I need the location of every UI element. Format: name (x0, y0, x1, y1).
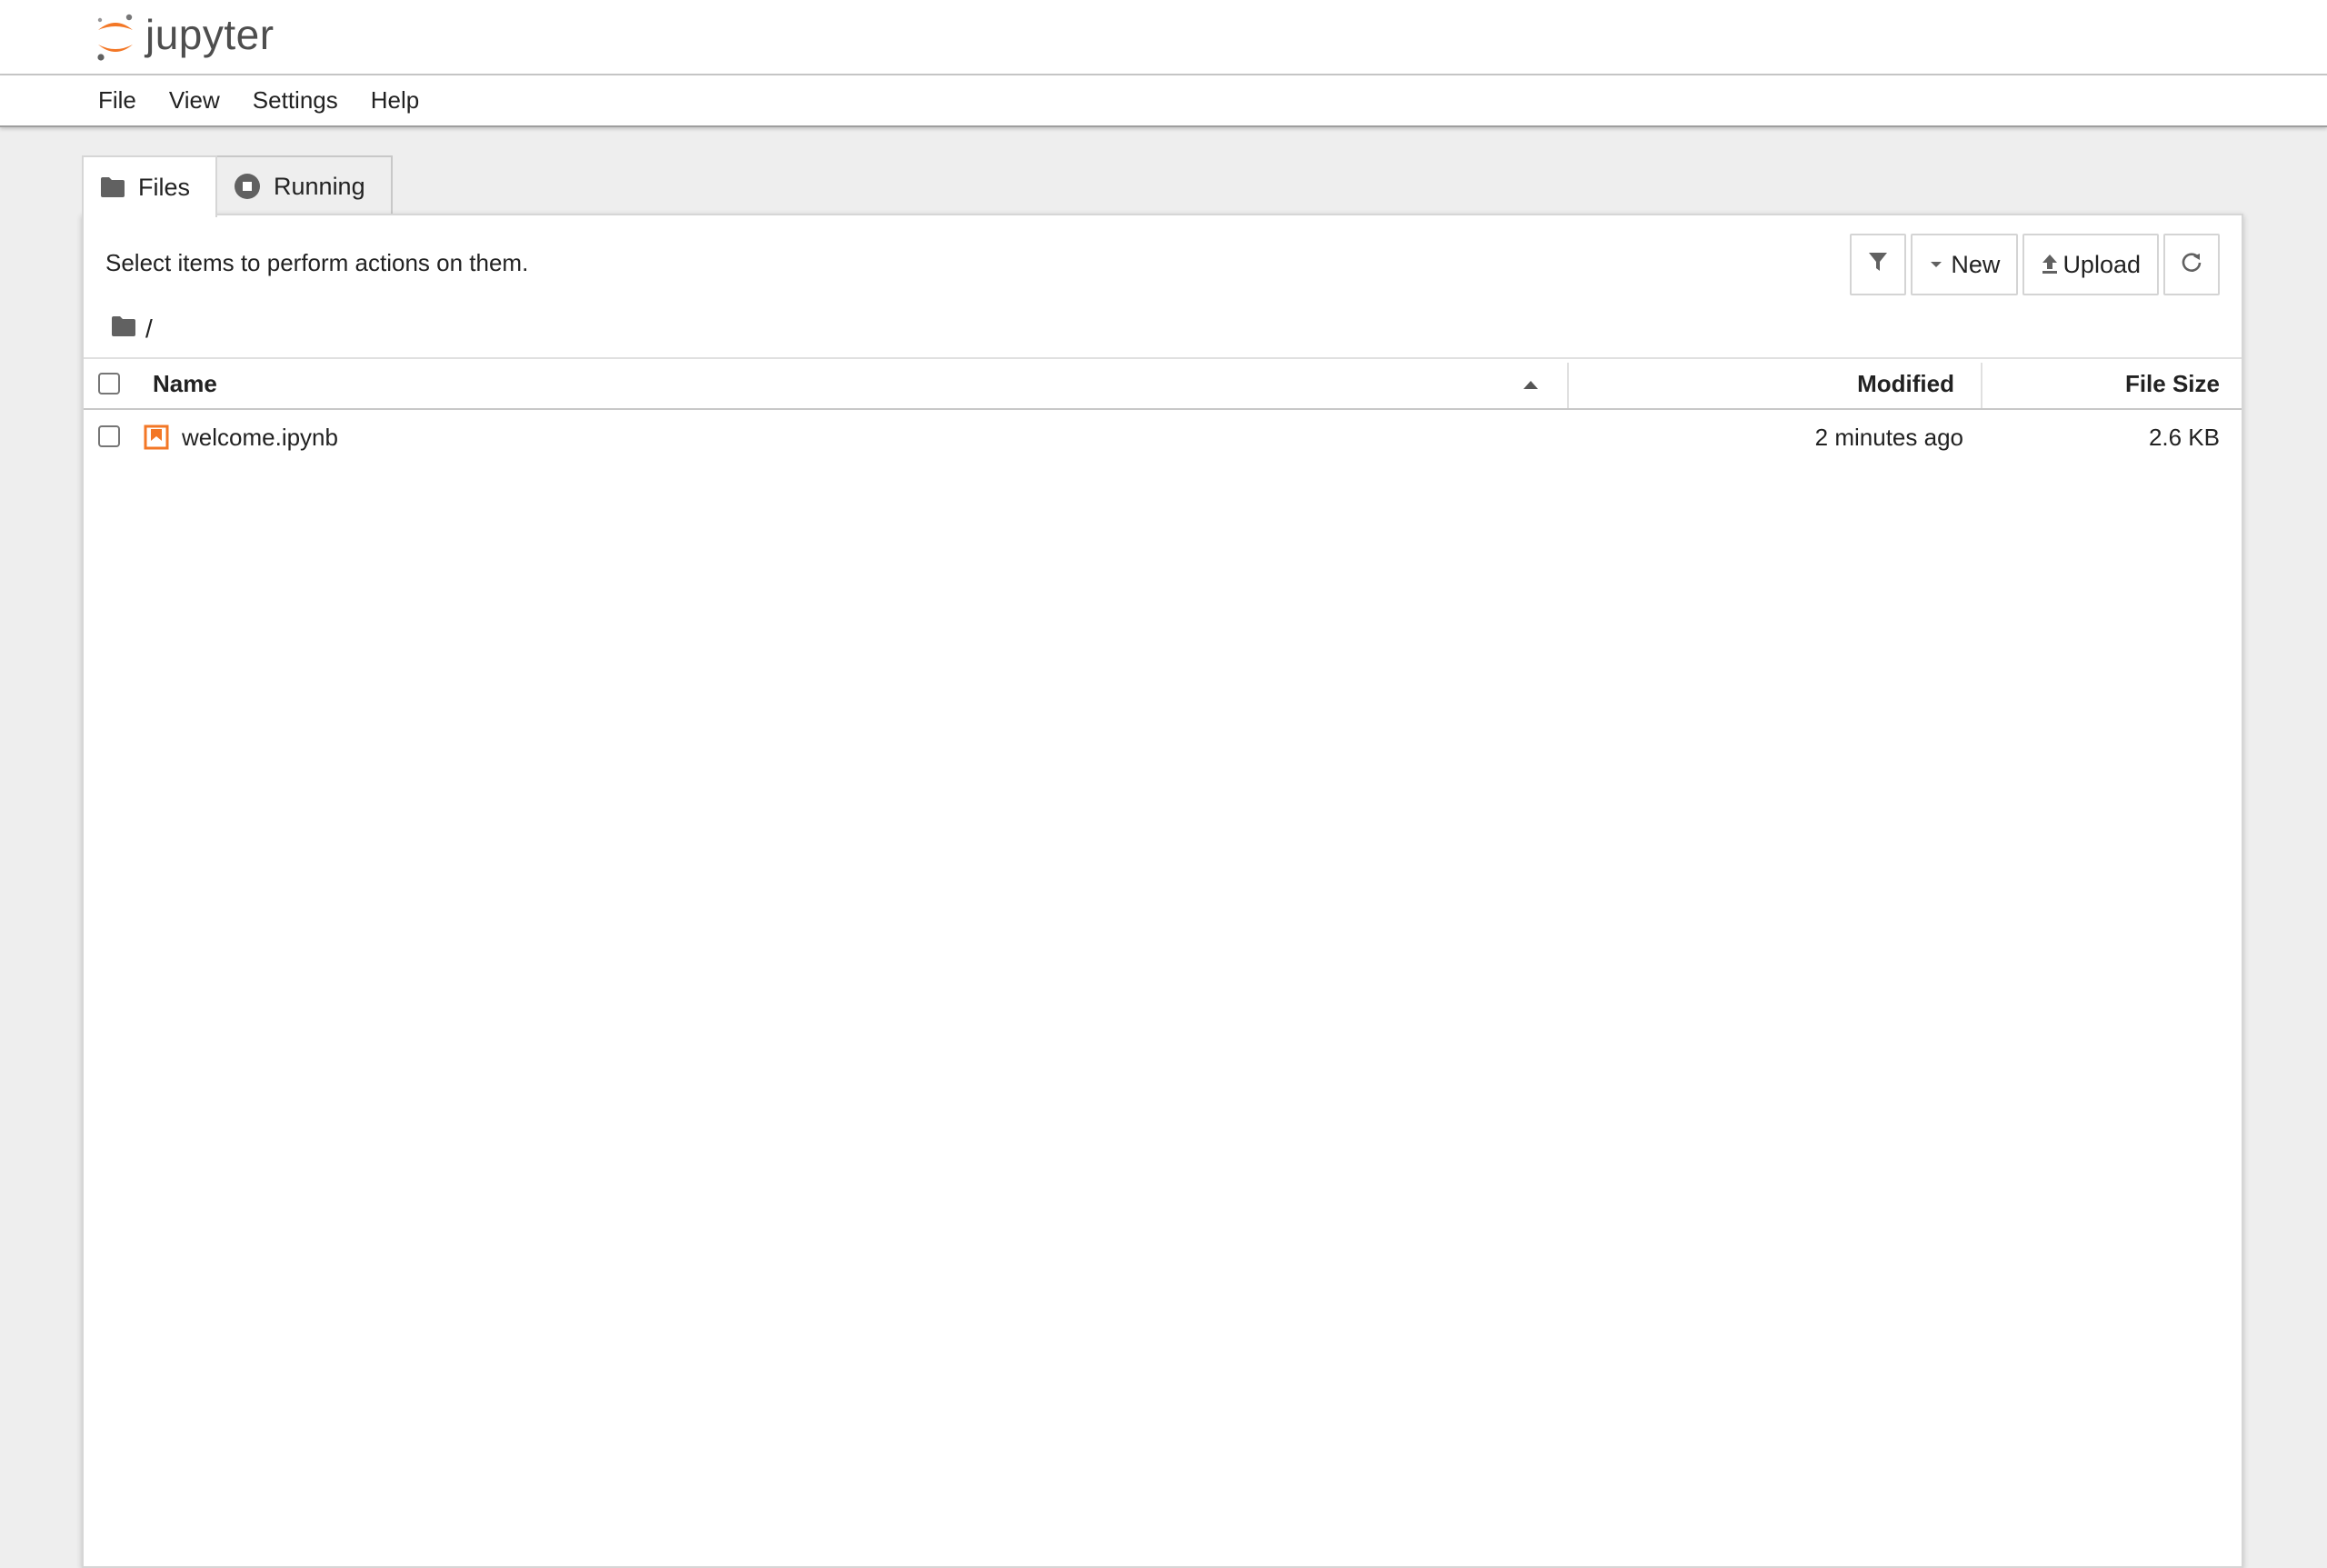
new-button[interactable]: New (1911, 234, 2019, 295)
menu-items: File View Settings Help (82, 75, 435, 125)
refresh-button[interactable] (2163, 234, 2220, 295)
menu-help[interactable]: Help (355, 79, 435, 122)
file-name[interactable]: welcome.ipynb (182, 424, 338, 452)
jupyter-logo[interactable]: jupyter (95, 9, 275, 65)
file-toolbar: New Upload (1850, 234, 2220, 295)
file-table-header: Name Modified File Size (84, 357, 2242, 410)
select-all-checkbox[interactable] (98, 373, 120, 394)
column-divider[interactable] (1981, 363, 1982, 408)
tab-running[interactable]: Running (215, 155, 393, 215)
breadcrumb-root[interactable] (111, 315, 136, 344)
tab-files-label: Files (138, 173, 191, 201)
upload-button-label: Upload (2062, 250, 2141, 278)
column-name-header[interactable]: Name (153, 370, 217, 398)
sort-ascending-icon[interactable] (1523, 381, 1538, 389)
column-divider[interactable] (1567, 363, 1569, 408)
filter-button[interactable] (1850, 234, 1907, 295)
notebook-icon (144, 424, 169, 454)
file-browser-panel: Select items to perform actions on them.… (82, 214, 2243, 1568)
tab-bar: Files Running (82, 155, 393, 217)
folder-icon (111, 315, 136, 344)
menu-file[interactable]: File (82, 79, 153, 122)
column-file-size-header[interactable]: File Size (2125, 370, 2220, 398)
folder-icon (100, 176, 125, 198)
upload-icon (2041, 254, 2059, 275)
new-button-label: New (1951, 250, 2001, 278)
selection-hint: Select items to perform actions on them. (105, 249, 529, 276)
menu-settings[interactable]: Settings (236, 79, 355, 122)
file-modified: 2 minutes ago (1814, 423, 1963, 451)
caret-down-icon (1929, 260, 1943, 269)
file-size: 2.6 KB (2148, 423, 2220, 451)
column-modified-header[interactable]: Modified (1857, 370, 1954, 398)
stop-circle-icon (234, 173, 261, 200)
tab-running-label: Running (274, 172, 365, 200)
logo-text: jupyter (145, 11, 275, 58)
breadcrumb-path: / (145, 315, 153, 343)
top-header: jupyter (0, 0, 2327, 75)
tab-files[interactable]: Files (82, 155, 218, 217)
menu-view[interactable]: View (153, 79, 236, 122)
file-row-checkbox[interactable] (98, 425, 120, 447)
file-row[interactable]: welcome.ipynb 2 minutes ago 2.6 KB (84, 412, 2242, 463)
breadcrumb: / (111, 311, 153, 347)
filter-icon (1868, 251, 1888, 279)
menu-bar: File View Settings Help (0, 75, 2327, 127)
refresh-icon (2181, 251, 2202, 279)
jupyter-logo-icon (97, 14, 133, 61)
upload-button[interactable]: Upload (2022, 234, 2159, 295)
